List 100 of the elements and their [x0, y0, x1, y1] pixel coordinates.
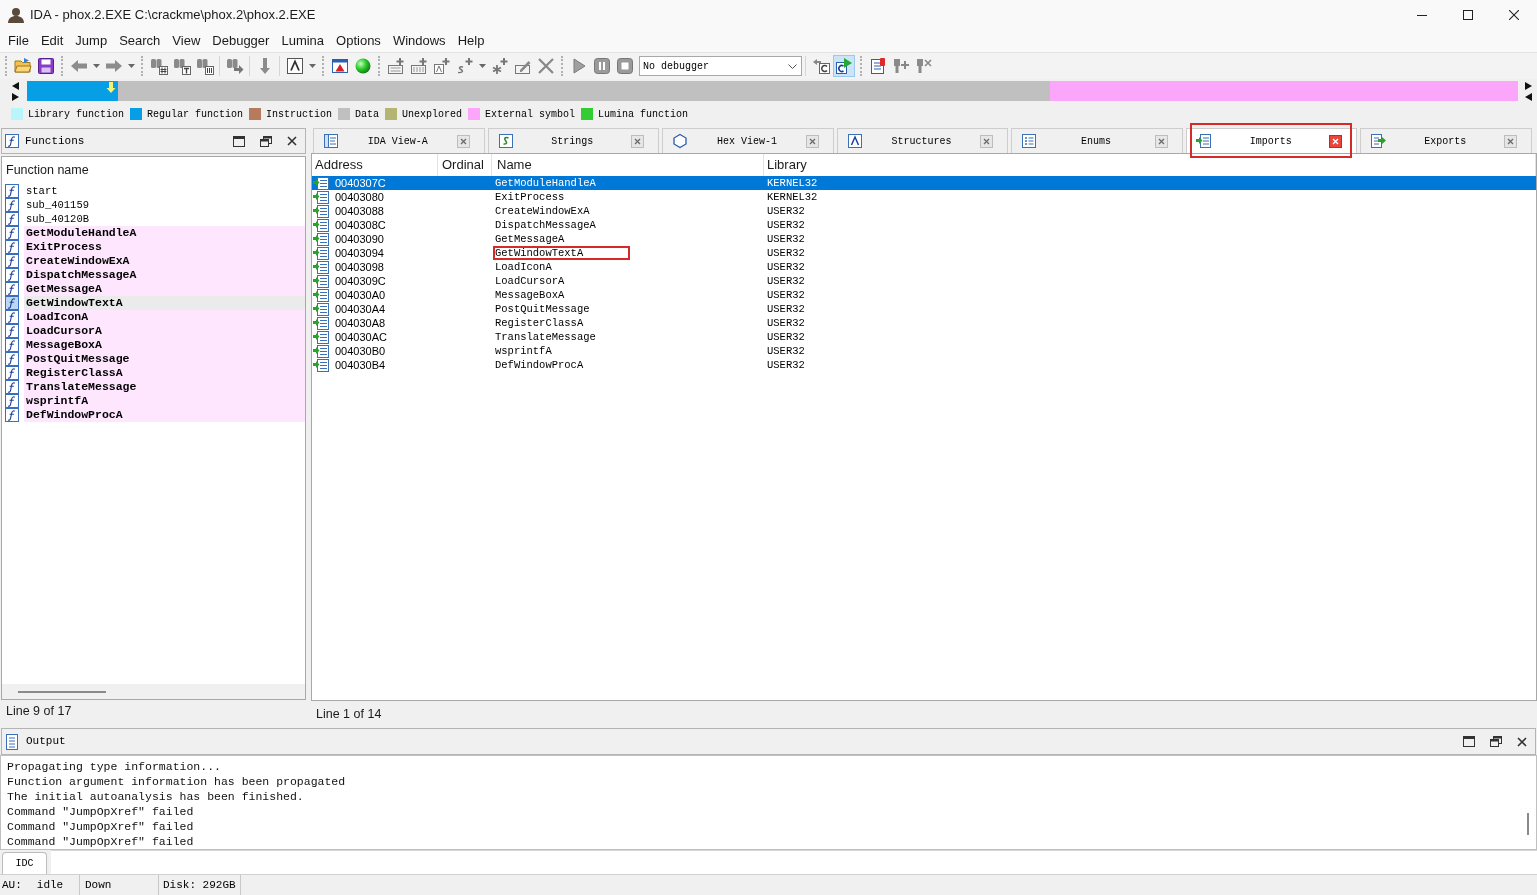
arrow-list-icon [1195, 133, 1212, 149]
scroll-left-icon[interactable] [11, 81, 19, 90]
caret-icon[interactable] [478, 64, 486, 68]
function-list-item[interactable]: GetWindowTextA [24, 296, 305, 310]
scroll-left-icon[interactable] [1524, 92, 1532, 101]
warning-window-icon[interactable] [330, 57, 349, 75]
plus-box-icon[interactable] [386, 57, 405, 75]
squiggle-plus-icon[interactable] [455, 57, 474, 75]
function-list-item[interactable]: MessageBoxA [24, 338, 305, 352]
function-list-item[interactable]: wsprintfA [24, 394, 305, 408]
chevron-down-icon [788, 63, 797, 69]
debugger-select[interactable]: No debugger [639, 56, 802, 76]
function-list-item[interactable]: PostQuitMessage [24, 352, 305, 366]
table-row[interactable]: 0040307C GetModuleHandleA KERNEL32 [312, 176, 1536, 190]
function-list-item[interactable]: RegisterClassA [24, 366, 305, 380]
restore-icon[interactable] [260, 135, 272, 147]
table-cell: 00403094 [335, 246, 384, 260]
language-button[interactable]: IDC [2, 852, 47, 874]
menu-item[interactable]: Windows [386, 31, 452, 51]
menu-item[interactable]: Lumina [275, 31, 331, 51]
forward-arrow-icon[interactable] [104, 57, 123, 75]
function-list-item[interactable]: ExitProcess [24, 240, 305, 254]
menu-item[interactable]: Options [330, 31, 387, 51]
table-cell: KERNEL32 [767, 190, 818, 204]
arrow-box-icon[interactable] [811, 57, 830, 75]
function-list-item[interactable]: CreateWindowExA [24, 254, 305, 268]
legend-label: Regular function [147, 107, 244, 122]
legend-label: Lumina function [598, 107, 689, 122]
function-list-item[interactable]: LoadIconA [24, 310, 305, 324]
column-header[interactable]: Function name [2, 157, 305, 184]
binoculars-icon[interactable] [172, 57, 191, 75]
menu-item[interactable]: Edit [34, 31, 70, 51]
table-cell: USER32 [767, 358, 805, 372]
pause-icon[interactable] [592, 57, 611, 75]
binoculars-icon[interactable] [195, 57, 214, 75]
function-list-item[interactable]: DefWindowProcA [24, 408, 305, 422]
close-icon[interactable] [1517, 736, 1527, 747]
tab[interactable]: Hex View-1 [662, 128, 834, 153]
maximize-icon[interactable] [1463, 10, 1473, 20]
tab[interactable]: Strings [487, 128, 660, 153]
status-text: AU: [2, 877, 22, 893]
tab[interactable]: IDA View-A [313, 128, 485, 153]
scroll-right-icon[interactable] [11, 92, 19, 101]
caret-icon[interactable] [92, 64, 100, 68]
back-arrow-icon[interactable] [69, 57, 88, 75]
function-list-item[interactable]: LoadCursorA [24, 324, 305, 338]
menu-item[interactable]: Help [451, 31, 491, 51]
restore-icon[interactable] [1490, 736, 1502, 747]
tab[interactable]: Structures [836, 128, 1009, 153]
menu-item[interactable]: View [166, 31, 207, 51]
menu-item[interactable]: Jump [69, 31, 114, 51]
binoculars-arrow-icon[interactable] [225, 57, 244, 75]
boxed-chevron-icon[interactable] [285, 57, 304, 75]
status-text: Down [85, 877, 112, 893]
binoculars-icon[interactable] [149, 57, 168, 75]
horizontal-scrollbar[interactable] [2, 684, 305, 699]
function-icon [5, 240, 19, 254]
table-cell: USER32 [767, 344, 805, 358]
close-icon[interactable] [287, 136, 297, 146]
table-cell: GetMessageA [495, 232, 565, 246]
menu-item[interactable]: Search [113, 31, 167, 51]
table-cell: 004030B4 [335, 358, 386, 372]
function-list-item[interactable]: GetMessageA [24, 282, 305, 296]
asterisk-plus-icon[interactable] [490, 57, 509, 75]
function-list-item[interactable]: TranslateMessage [24, 380, 305, 394]
sphere-icon[interactable] [353, 57, 372, 75]
table-cell: USER32 [767, 330, 805, 344]
status-text: Disk: 292GB [163, 877, 236, 893]
caret-icon[interactable] [127, 64, 135, 68]
menu-item[interactable]: File [2, 31, 35, 51]
scroll-right-icon[interactable] [1524, 81, 1532, 90]
table-cell: 0040307C [335, 176, 386, 190]
open-folder-icon[interactable] [13, 57, 32, 75]
table-cell: CreateWindowExA [495, 204, 590, 218]
plus-box-icon[interactable] [409, 57, 428, 75]
document-icon[interactable] [868, 57, 887, 75]
command-input[interactable] [51, 850, 1537, 874]
close-icon[interactable] [1329, 134, 1343, 148]
menu-item[interactable]: Debugger [206, 31, 276, 51]
table-cell: USER32 [767, 232, 805, 246]
function-list-item[interactable]: DispatchMessageA [24, 268, 305, 282]
table-cell: LoadCursorA [495, 274, 565, 288]
tab[interactable]: Exports [1360, 128, 1533, 153]
legend-label: Instruction [266, 107, 333, 122]
plus-box-icon[interactable] [432, 57, 451, 75]
close-icon[interactable] [1509, 10, 1519, 20]
plug-cross-icon[interactable] [914, 57, 933, 75]
table-cell: 00403098 [335, 260, 384, 274]
caret-icon[interactable] [308, 64, 316, 68]
stop-icon[interactable] [615, 57, 634, 75]
maximize-icon[interactable] [233, 135, 245, 147]
maximize-icon[interactable] [1463, 736, 1475, 747]
plug-plus-icon[interactable] [891, 57, 910, 75]
play-box-icon[interactable] [835, 57, 853, 75]
status-text: Line 9 of 17 [6, 702, 72, 720]
tab[interactable]: Enums [1011, 128, 1183, 153]
table-cell: 00403088 [335, 204, 384, 218]
cross-icon[interactable] [536, 57, 555, 75]
function-list-item[interactable]: GetModuleHandleA [24, 226, 305, 240]
save-icon[interactable] [36, 57, 55, 75]
